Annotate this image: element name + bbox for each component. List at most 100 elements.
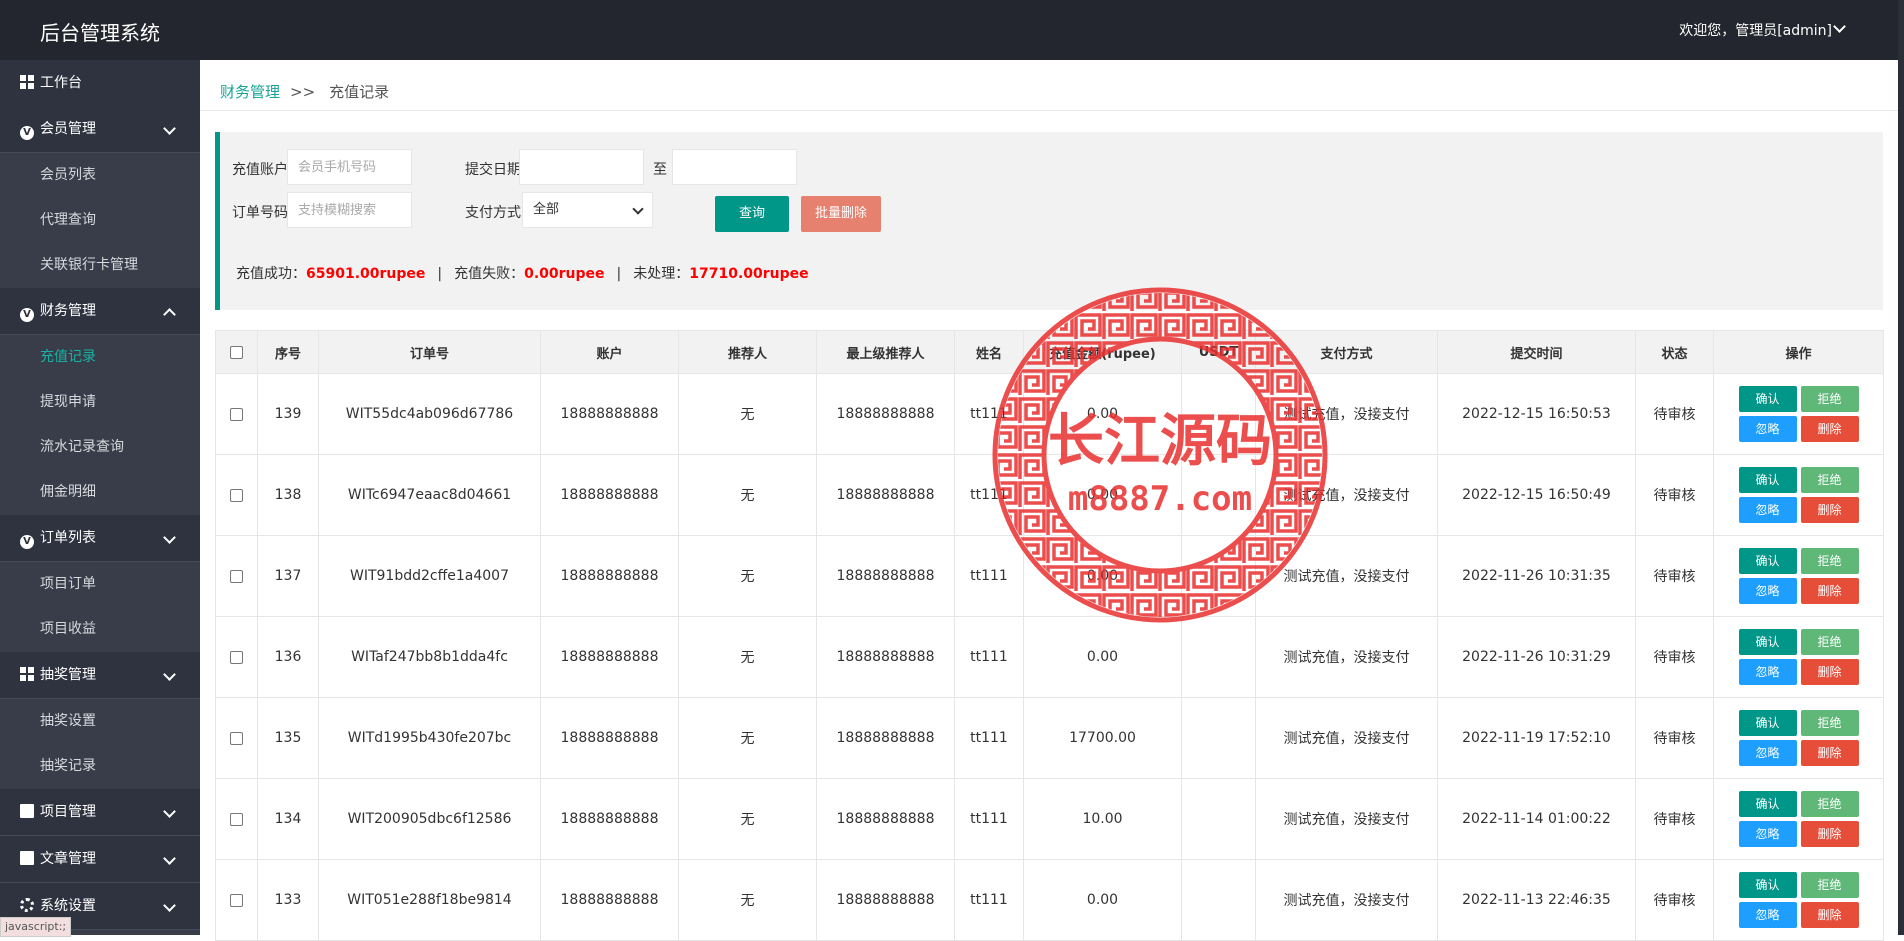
batch-delete-button[interactable]: 批量删除 (801, 196, 881, 232)
row-checkbox[interactable] (230, 650, 243, 664)
sidebar-subitem[interactable]: 流水记录查询 (0, 425, 200, 470)
cell-top-referrer: 18888888888 (816, 373, 955, 455)
delete-button[interactable]: 删除 (1800, 821, 1859, 847)
confirm-button[interactable]: 确认 (1738, 386, 1797, 412)
user-greeting: 欢迎您，管理员[admin] (1679, 23, 1832, 39)
account-input[interactable] (287, 149, 412, 185)
cell-pay: 测试充值，没接支付 (1255, 616, 1438, 698)
sidebar-subitem[interactable]: 项目订单 (0, 562, 200, 607)
ignore-button[interactable]: 忽略 (1738, 659, 1797, 685)
sidebar-subitem[interactable]: 关联银行卡管理 (0, 243, 200, 288)
cell-status: 待审核 (1635, 616, 1714, 698)
confirm-button[interactable]: 确认 (1738, 467, 1797, 493)
delete-button[interactable]: 删除 (1800, 902, 1859, 928)
delete-button[interactable]: 删除 (1800, 740, 1859, 766)
sidebar-item-label: 会员管理 (40, 121, 96, 137)
sidebar-item-5[interactable]: 项目管理 (0, 789, 200, 836)
date-end-input[interactable] (672, 149, 797, 185)
row-checkbox[interactable] (230, 569, 243, 583)
ignore-button[interactable]: 忽略 (1738, 821, 1797, 847)
column-header: 推荐人 (678, 330, 817, 374)
breadcrumb-parent[interactable]: 财务管理 (220, 83, 280, 101)
cell-usdt (1181, 454, 1256, 536)
sidebar-subitem[interactable]: 充值记录 (0, 335, 200, 380)
confirm-button[interactable]: 确认 (1738, 548, 1797, 574)
query-button[interactable]: 查询 (715, 196, 789, 232)
reject-button[interactable]: 拒绝 (1800, 629, 1859, 655)
date-to-label: 至 (653, 162, 667, 178)
date-start-input[interactable] (519, 149, 644, 185)
ignore-button[interactable]: 忽略 (1738, 578, 1797, 604)
reject-button[interactable]: 拒绝 (1800, 791, 1859, 817)
reject-button[interactable]: 拒绝 (1800, 872, 1859, 898)
confirm-button[interactable]: 确认 (1738, 629, 1797, 655)
pay-method-label: 支付方式 (465, 205, 521, 221)
cell-referrer: 无 (678, 778, 817, 860)
order-input[interactable] (287, 192, 412, 228)
sidebar-item-2[interactable]: V 财务管理 (0, 288, 200, 335)
select-all-checkbox[interactable] (230, 345, 243, 359)
sidebar-subitem[interactable]: 佣金明细 (0, 470, 200, 515)
user-menu[interactable]: 欢迎您，管理员[admin] (1679, 20, 1846, 40)
sidebar-item-3[interactable]: V 订单列表 (0, 515, 200, 562)
app-title: 后台管理系统 (40, 21, 160, 45)
confirm-button[interactable]: 确认 (1738, 791, 1797, 817)
cell-actions: 确认 拒绝 忽略 删除 (1713, 616, 1884, 698)
success-label: 充值成功： (236, 266, 306, 282)
delete-button[interactable]: 删除 (1800, 659, 1859, 685)
sidebar-item-4[interactable]: 抽奖管理 (0, 652, 200, 699)
delete-button[interactable]: 删除 (1800, 497, 1859, 523)
sidebar-subitem[interactable]: 提现申请 (0, 380, 200, 425)
confirm-button[interactable]: 确认 (1738, 710, 1797, 736)
cell-usdt (1181, 859, 1256, 941)
sidebar-subitem[interactable]: 抽奖设置 (0, 699, 200, 744)
chevron-down-icon (163, 531, 176, 544)
cell-amount: 0.00 (1023, 373, 1182, 455)
row-checkbox[interactable] (230, 488, 243, 502)
reject-button[interactable]: 拒绝 (1800, 548, 1859, 574)
sidebar-item-0[interactable]: 工作台 (0, 60, 200, 106)
delete-button[interactable]: 删除 (1800, 416, 1859, 442)
ignore-button[interactable]: 忽略 (1738, 497, 1797, 523)
scrollbar[interactable] (1898, 0, 1904, 935)
row-select-cell (215, 859, 258, 941)
table-row: 138 WITc6947eaac8d04661 18888888888 无 188888… (215, 454, 1884, 536)
cell-order: WIT200905dbc6f12586 (318, 778, 541, 860)
pay-method-select[interactable]: 全部 (522, 192, 653, 228)
row-checkbox[interactable] (230, 893, 243, 907)
cell-amount: 0.00 (1023, 616, 1182, 698)
circle-v-icon: V (20, 308, 34, 322)
row-checkbox[interactable] (230, 407, 243, 421)
sidebar-item-6[interactable]: 文章管理 (0, 836, 200, 883)
sidebar-subitem[interactable]: 抽奖记录 (0, 744, 200, 789)
reject-button[interactable]: 拒绝 (1800, 467, 1859, 493)
row-checkbox[interactable] (230, 731, 243, 745)
top-header: 后台管理系统 欢迎您，管理员[admin] (0, 0, 1904, 60)
sidebar-subitem[interactable]: 项目收益 (0, 607, 200, 652)
sidebar-item-label: 项目管理 (40, 804, 96, 820)
cell-name: tt111 (954, 859, 1024, 941)
cell-id: 134 (257, 778, 319, 860)
cell-referrer: 无 (678, 535, 817, 617)
pending-label: 未处理： (633, 266, 690, 282)
cell-actions: 确认 拒绝 忽略 删除 (1713, 859, 1884, 941)
sidebar-item-1[interactable]: V 会员管理 (0, 106, 200, 153)
reject-button[interactable]: 拒绝 (1800, 386, 1859, 412)
ignore-button[interactable]: 忽略 (1738, 416, 1797, 442)
confirm-button[interactable]: 确认 (1738, 872, 1797, 898)
column-header: 支付方式 (1255, 330, 1438, 374)
reject-button[interactable]: 拒绝 (1800, 710, 1859, 736)
chevron-up-icon (163, 308, 176, 321)
sidebar: 工作台 V 会员管理 会员列表 代理查询 关联银行卡管理 V 财务管理 充值记录 提现申请 流水记录… (0, 60, 200, 935)
chevron-down-icon (163, 899, 176, 912)
ignore-button[interactable]: 忽略 (1738, 902, 1797, 928)
delete-button[interactable]: 删除 (1800, 578, 1859, 604)
action-group: 确认 拒绝 忽略 删除 (1738, 872, 1859, 928)
ignore-button[interactable]: 忽略 (1738, 740, 1797, 766)
sidebar-subitem[interactable]: 代理查询 (0, 198, 200, 243)
row-checkbox[interactable] (230, 812, 243, 826)
chevron-down-icon (163, 122, 176, 135)
sidebar-subitem[interactable]: 会员列表 (0, 153, 200, 198)
cell-id: 138 (257, 454, 319, 536)
date-label: 提交日期 (465, 162, 521, 178)
